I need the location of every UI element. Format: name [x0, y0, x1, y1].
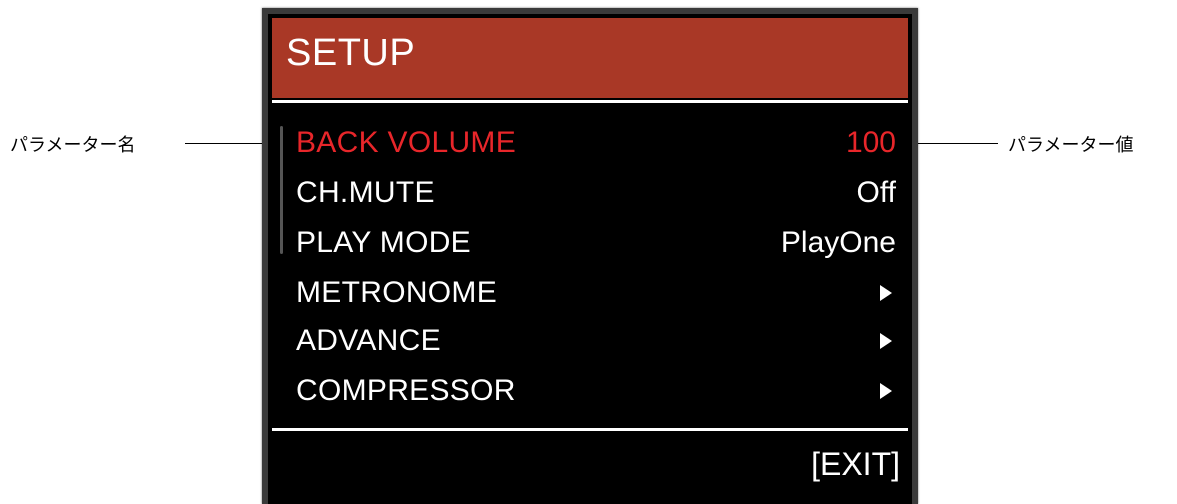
menu-item-label: ADVANCE: [296, 324, 441, 357]
page-title: SETUP: [286, 32, 416, 74]
chevron-right-icon: [880, 383, 892, 399]
menu-item-label: METRONOME: [296, 276, 498, 309]
setup-screen: SETUP BACK VOLUME 100 CH.MUTE Off PLAY M…: [262, 8, 918, 504]
header-bar: SETUP: [272, 18, 908, 98]
menu-item-compressor[interactable]: COMPRESSOR: [296, 368, 896, 414]
exit-button[interactable]: [EXIT]: [811, 446, 900, 483]
parameter-name-callout-label: パラメーター名: [10, 135, 136, 156]
scrollbar[interactable]: [280, 126, 283, 254]
menu-item-metronome[interactable]: METRONOME: [296, 270, 896, 316]
menu-item-advance[interactable]: ADVANCE: [296, 318, 896, 364]
header-divider: [272, 100, 908, 103]
chevron-right-icon: [880, 285, 892, 301]
menu-item-ch-mute[interactable]: CH.MUTE Off: [296, 170, 896, 216]
parameter-value-callout-label: パラメーター値: [1008, 135, 1134, 156]
menu-item-label: CH.MUTE: [296, 176, 435, 209]
footer-divider: [272, 428, 908, 431]
menu-item-value: PlayOne: [780, 226, 896, 259]
menu-item-label: PLAY MODE: [296, 226, 471, 259]
chevron-right-icon: [880, 333, 892, 349]
menu-item-label: COMPRESSOR: [296, 374, 516, 407]
menu-item-play-mode[interactable]: PLAY MODE PlayOne: [296, 220, 896, 266]
menu-item-value: 100: [845, 126, 896, 159]
menu-item-label: BACK VOLUME: [296, 126, 517, 159]
menu-item-back-volume[interactable]: BACK VOLUME 100: [296, 120, 896, 166]
menu-item-value: Off: [856, 176, 896, 209]
